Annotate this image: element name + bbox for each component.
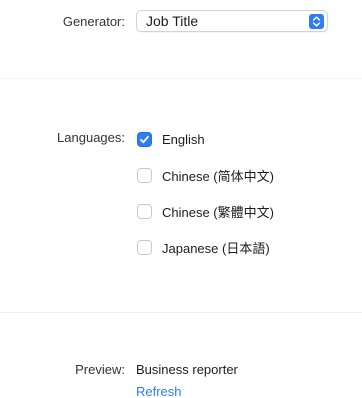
language-checkbox-chinese-traditional[interactable]: Chinese (繁體中文)	[137, 201, 274, 221]
checkbox-checked-icon[interactable]	[137, 131, 152, 147]
checkbox-unchecked-icon[interactable]	[137, 239, 152, 255]
generator-select[interactable]: Job Title	[136, 10, 328, 32]
language-label: Chinese (简体中文)	[162, 168, 274, 184]
chevron-up-down-icon	[309, 14, 324, 29]
divider	[0, 312, 362, 313]
language-checkbox-chinese-simplified[interactable]: Chinese (简体中文)	[137, 165, 274, 185]
preview-value: Business reporter	[136, 362, 238, 377]
divider	[0, 78, 362, 79]
language-label: English	[162, 131, 205, 147]
preview-label: Preview:	[75, 362, 125, 377]
generator-selected-value: Job Title	[146, 13, 199, 29]
checkbox-unchecked-icon[interactable]	[137, 167, 152, 183]
language-checkbox-english[interactable]: English	[137, 129, 205, 149]
refresh-link[interactable]: Refresh	[136, 384, 182, 398]
settings-panel: Generator: Job Title Languages: English …	[0, 0, 362, 398]
language-label: Japanese (日本語)	[162, 240, 270, 256]
language-checkbox-japanese[interactable]: Japanese (日本語)	[137, 237, 270, 257]
generator-label: Generator:	[62, 14, 125, 29]
languages-label: Languages:	[57, 130, 125, 145]
checkbox-unchecked-icon[interactable]	[137, 203, 152, 219]
language-label: Chinese (繁體中文)	[162, 204, 274, 220]
